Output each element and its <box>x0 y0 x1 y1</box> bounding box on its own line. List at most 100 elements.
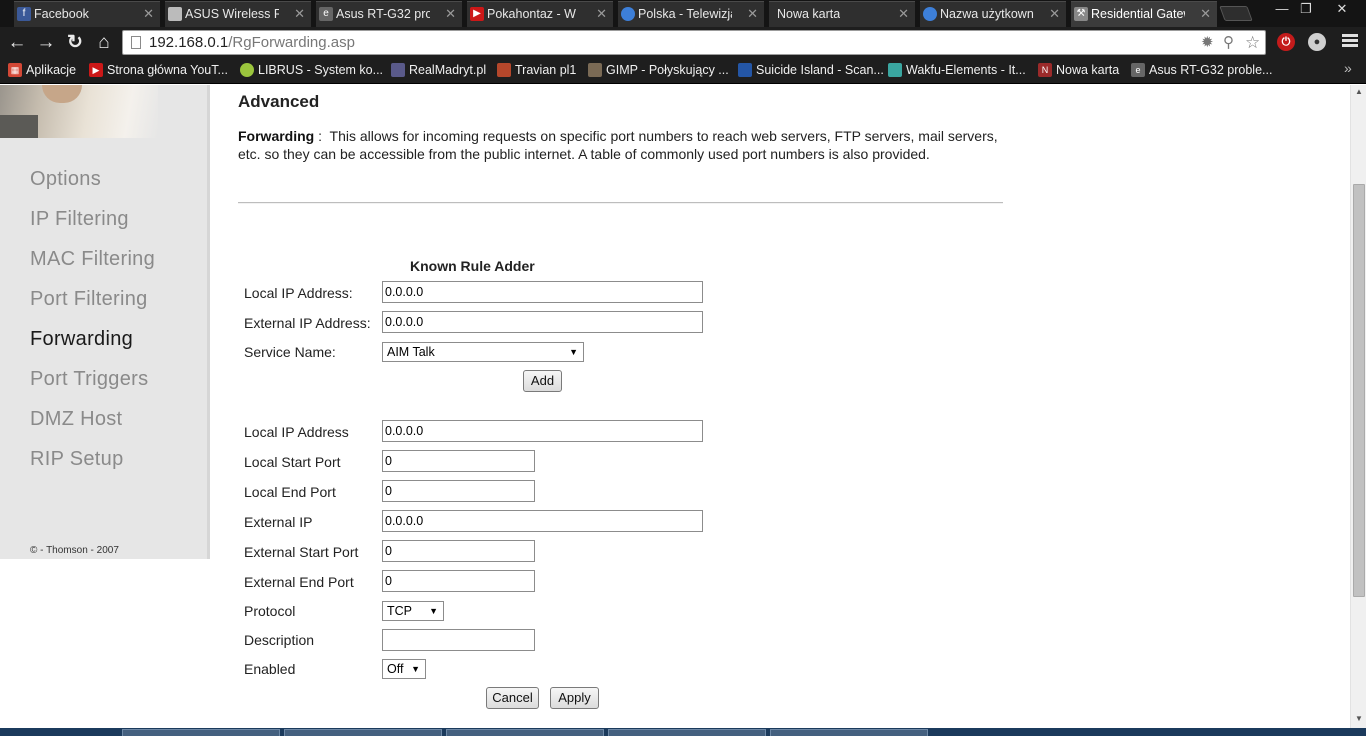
arrow-left-icon: ← <box>7 32 27 53</box>
key-icon[interactable]: ⚲ <box>1223 34 1234 52</box>
known-rule-adder-title: Known Rule Adder <box>410 258 535 274</box>
restore-button[interactable]: ❐ <box>1296 0 1316 20</box>
url-host: 192.168.0.1 <box>149 34 229 51</box>
forward-button[interactable]: → <box>34 31 58 55</box>
sidebar-item-ip-filtering[interactable]: IP Filtering <box>30 205 155 245</box>
bookmark-travian[interactable]: Travian pl1 <box>496 58 576 84</box>
service-name-select[interactable]: AIM Talk ▼ <box>382 342 584 362</box>
bookmark-aplikacje[interactable]: ▦ Aplikacje <box>7 58 76 84</box>
external-end-port-label: External End Port <box>244 574 354 590</box>
known-external-ip-input[interactable] <box>382 311 703 333</box>
intro-description: This allows for incoming requests on spe… <box>238 128 998 162</box>
cancel-button[interactable]: Cancel <box>486 687 539 709</box>
external-start-port-input[interactable] <box>382 540 535 562</box>
sidebar-item-mac-filtering[interactable]: MAC Filtering <box>30 245 155 285</box>
dropdown-arrow-icon: ▼ <box>429 606 438 616</box>
close-icon[interactable]: ✕ <box>294 2 305 26</box>
sidebar: Options IP Filtering MAC Filtering Port … <box>0 85 210 559</box>
close-window-button[interactable]: ✕ <box>1330 0 1354 20</box>
local-start-port-input[interactable] <box>382 450 535 472</box>
tab-title: Facebook <box>34 7 89 21</box>
service-name-value: AIM Talk <box>387 345 435 359</box>
taskbar-button[interactable] <box>446 729 604 736</box>
bookmark-wakfu[interactable]: Wakfu-Elements - It... <box>887 58 1026 84</box>
tab-title: Pokahontaz - W <box>487 7 576 21</box>
youtube-icon: ▶ <box>89 63 103 77</box>
bookmark-youtube[interactable]: ▶ Strona główna YouT... <box>88 58 228 84</box>
tab-nowa-karta[interactable]: Nowa karta ✕ <box>769 1 915 27</box>
external-ip-input[interactable] <box>382 510 703 532</box>
sidebar-item-rip-setup[interactable]: RIP Setup <box>30 445 155 485</box>
vertical-scrollbar[interactable]: ▲ ▼ <box>1350 85 1366 728</box>
divider <box>238 202 1003 204</box>
url-text[interactable]: 192.168.0.1/RgForwarding.asp <box>149 31 355 55</box>
bookmark-librus[interactable]: LIBRUS - System ko... <box>239 58 383 84</box>
close-icon[interactable]: ✕ <box>1200 2 1211 26</box>
bookmark-realmadryt[interactable]: RealMadryt.pl <box>390 58 486 84</box>
tab-asus-wireless[interactable]: ASUS Wireless Rou ✕ <box>165 1 311 27</box>
taskbar-button[interactable] <box>284 729 442 736</box>
bookmark-asus-rt-g32[interactable]: e Asus RT-G32 proble... <box>1130 58 1272 84</box>
protocol-label: Protocol <box>244 603 296 619</box>
apps-icon: ▦ <box>8 63 22 77</box>
known-local-ip-input[interactable] <box>382 281 703 303</box>
extension-shield-icon[interactable]: ⏻ <box>1277 33 1295 51</box>
star-icon[interactable]: ☆ <box>1245 34 1260 52</box>
sidebar-nav: Options IP Filtering MAC Filtering Port … <box>30 165 155 485</box>
wakfu-icon <box>888 63 902 77</box>
tab-title: Nowa karta <box>777 7 841 21</box>
close-icon[interactable]: ✕ <box>1049 2 1060 26</box>
dropdown-arrow-icon: ▼ <box>569 347 578 357</box>
bookmark-suicide-island[interactable]: Suicide Island - Scan... <box>737 58 884 84</box>
reload-button[interactable]: ↻ <box>63 31 87 55</box>
taskbar-button[interactable] <box>608 729 766 736</box>
tab-facebook[interactable]: f Facebook ✕ <box>14 1 160 27</box>
scrollbar-thumb[interactable] <box>1353 184 1365 597</box>
tab-asus-rt-g32[interactable]: e Asus RT-G32 prob ✕ <box>316 1 462 27</box>
close-icon[interactable]: ✕ <box>143 2 154 26</box>
bookmark-nowa-karta[interactable]: N Nowa karta <box>1037 58 1119 84</box>
bookmark-label: Suicide Island - Scan... <box>756 63 884 77</box>
more-bookmarks-icon[interactable]: » <box>1344 60 1352 76</box>
close-icon[interactable]: ✕ <box>747 2 758 26</box>
protocol-select[interactable]: TCP ▼ <box>382 601 444 621</box>
back-button[interactable]: ← <box>5 31 29 55</box>
external-end-port-input[interactable] <box>382 570 535 592</box>
bookmark-label: Aplikacje <box>26 63 77 77</box>
sidebar-item-port-triggers[interactable]: Port Triggers <box>30 365 155 405</box>
address-bar[interactable]: 192.168.0.1/RgForwarding.asp ✹ ⚲ ☆ <box>122 30 1266 55</box>
bookmarks-bar: ▦ Aplikacje ▶ Strona główna YouT... LIBR… <box>0 58 1366 84</box>
apply-button[interactable]: Apply <box>550 687 599 709</box>
tab-polska-telewizja[interactable]: Polska - Telewizja, ✕ <box>618 1 764 27</box>
sidebar-item-forwarding[interactable]: Forwarding <box>30 325 155 365</box>
tab-residential-gateway[interactable]: ⚒ Residential Gatew ✕ <box>1071 1 1217 27</box>
chrome-menu-icon[interactable] <box>1342 34 1358 48</box>
bookmark-gimp[interactable]: GIMP - Połyskujący ... <box>587 58 729 84</box>
scroll-up-icon[interactable]: ▲ <box>1355 87 1363 96</box>
close-icon[interactable]: ✕ <box>445 2 456 26</box>
extension-lightbulb-icon[interactable]: ● <box>1308 33 1326 51</box>
local-end-port-input[interactable] <box>382 480 535 502</box>
new-tab-button[interactable] <box>1219 6 1253 21</box>
tab-pokahontaz[interactable]: ▶ Pokahontaz - W ✕ <box>467 1 613 27</box>
document-icon <box>168 7 182 21</box>
close-icon[interactable]: ✕ <box>596 2 607 26</box>
enabled-select[interactable]: Off ▼ <box>382 659 426 679</box>
local-ip-input[interactable] <box>382 420 703 442</box>
external-start-port-label: External Start Port <box>244 544 359 560</box>
settings-icon[interactable]: ✹ <box>1201 34 1214 52</box>
page-icon <box>131 36 141 49</box>
sidebar-item-port-filtering[interactable]: Port Filtering <box>30 285 155 325</box>
add-button[interactable]: Add <box>523 370 562 392</box>
minimize-button[interactable]: — <box>1272 0 1292 20</box>
taskbar-button[interactable] <box>122 729 280 736</box>
tools-icon: ⚒ <box>1074 7 1088 21</box>
tab-nazwa-uzytkownika[interactable]: Nazwa użytkownik ✕ <box>920 1 1066 27</box>
taskbar-button[interactable] <box>770 729 928 736</box>
sidebar-item-dmz-host[interactable]: DMZ Host <box>30 405 155 445</box>
scroll-down-icon[interactable]: ▼ <box>1355 714 1363 723</box>
sidebar-item-options[interactable]: Options <box>30 165 155 205</box>
home-button[interactable]: ⌂ <box>92 31 116 55</box>
close-icon[interactable]: ✕ <box>898 2 909 26</box>
description-input[interactable] <box>382 629 535 651</box>
